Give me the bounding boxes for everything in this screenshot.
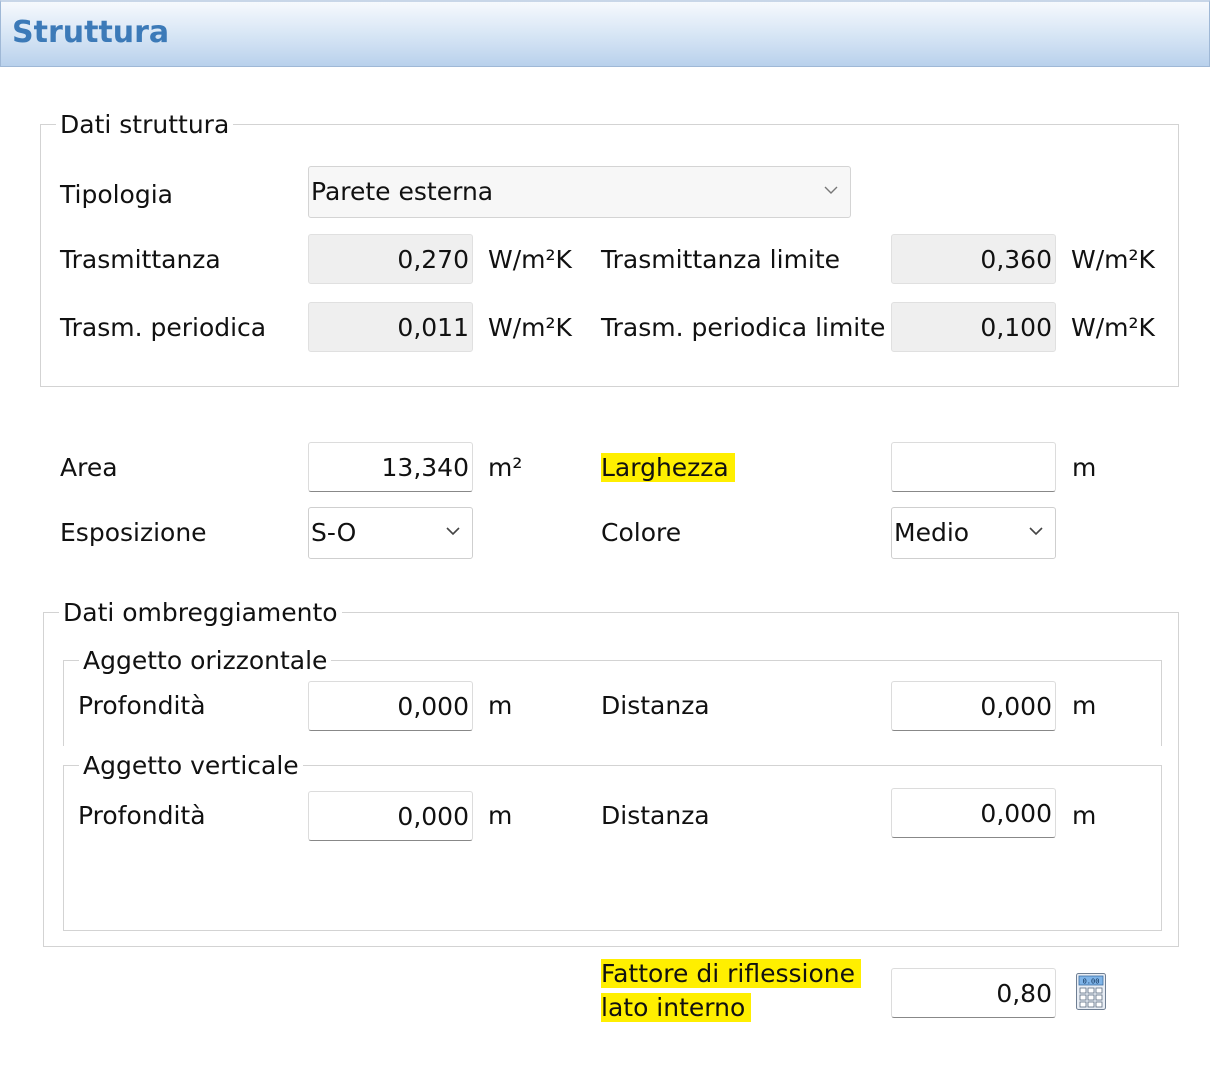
trasm-periodica-field: 0,011: [308, 302, 473, 352]
colore-label: Colore: [601, 518, 682, 547]
trasmittanza-limite-field: 0,360: [891, 234, 1056, 284]
area-label: Area: [60, 453, 118, 482]
orizzontale-distanza-unit: m: [1072, 691, 1097, 720]
verticale-distanza-input[interactable]: 0,000: [891, 788, 1056, 838]
verticale-profondita-unit: m: [488, 801, 513, 830]
orizzontale-profondita-label: Profondità: [78, 691, 206, 720]
trasmittanza-label: Trasmittanza: [60, 245, 221, 274]
aggetto-verticale-legend: Aggetto verticale: [79, 751, 303, 781]
colore-dropdown[interactable]: Medio: [891, 507, 1056, 559]
aggetto-orizzontale-legend: Aggetto orizzontale: [79, 646, 332, 676]
verticale-distanza-label: Distanza: [601, 801, 710, 830]
area-input[interactable]: 13,340: [308, 442, 473, 492]
dati-struttura-legend: Dati struttura: [56, 110, 234, 140]
tipologia-dropdown[interactable]: Parete esterna: [308, 166, 851, 218]
area-unit: m²: [488, 453, 523, 482]
orizzontale-distanza-input[interactable]: 0,000: [891, 681, 1056, 731]
trasmittanza-field: 0,270: [308, 234, 473, 284]
orizzontale-profondita-input[interactable]: 0,000: [308, 681, 473, 731]
trasm-periodica-limite-field: 0,100: [891, 302, 1056, 352]
verticale-profondita-input[interactable]: 0,000: [308, 791, 473, 841]
calculator-display: 0.00: [1083, 978, 1100, 986]
chevron-down-icon: [1029, 527, 1043, 536]
larghezza-input[interactable]: [891, 442, 1056, 492]
tipologia-value: Parete esterna: [311, 177, 494, 206]
verticale-profondita-label: Profondità: [78, 801, 206, 830]
tipologia-label: Tipologia: [60, 180, 173, 209]
trasm-periodica-unit: W/m²K: [488, 313, 572, 342]
larghezza-label-text: Larghezza: [601, 453, 735, 482]
riflessione-label-line2: lato interno: [601, 993, 752, 1022]
chevron-down-icon: [446, 527, 460, 536]
orizzontale-distanza-label: Distanza: [601, 691, 710, 720]
window-title-bar: Struttura: [0, 0, 1210, 67]
esposizione-dropdown[interactable]: S-O: [308, 507, 473, 559]
esposizione-label: Esposizione: [60, 518, 207, 547]
trasm-periodica-limite-label: Trasm. periodica limite: [601, 313, 886, 342]
calculator-icon[interactable]: 0.00: [1076, 973, 1106, 1010]
verticale-distanza-unit: m: [1072, 801, 1097, 830]
riflessione-input[interactable]: 0,80: [891, 968, 1056, 1018]
orizzontale-profondita-unit: m: [488, 691, 513, 720]
trasm-periodica-limite-unit: W/m²K: [1071, 313, 1155, 342]
esposizione-value: S-O: [311, 518, 357, 547]
trasmittanza-limite-unit: W/m²K: [1071, 245, 1155, 274]
riflessione-label-line1: Fattore di riflessione: [601, 959, 861, 988]
colore-value: Medio: [894, 518, 970, 547]
riflessione-label: Fattore di riflessione lato interno: [601, 957, 861, 1025]
larghezza-label: Larghezza: [601, 453, 735, 483]
trasmittanza-limite-label: Trasmittanza limite: [601, 245, 841, 274]
trasm-periodica-label: Trasm. periodica: [60, 313, 267, 342]
larghezza-unit: m: [1072, 453, 1097, 482]
chevron-down-icon: [824, 186, 838, 194]
window-title: Struttura: [12, 15, 170, 50]
ombreggiamento-legend: Dati ombreggiamento: [59, 598, 342, 628]
trasmittanza-unit: W/m²K: [488, 245, 572, 274]
